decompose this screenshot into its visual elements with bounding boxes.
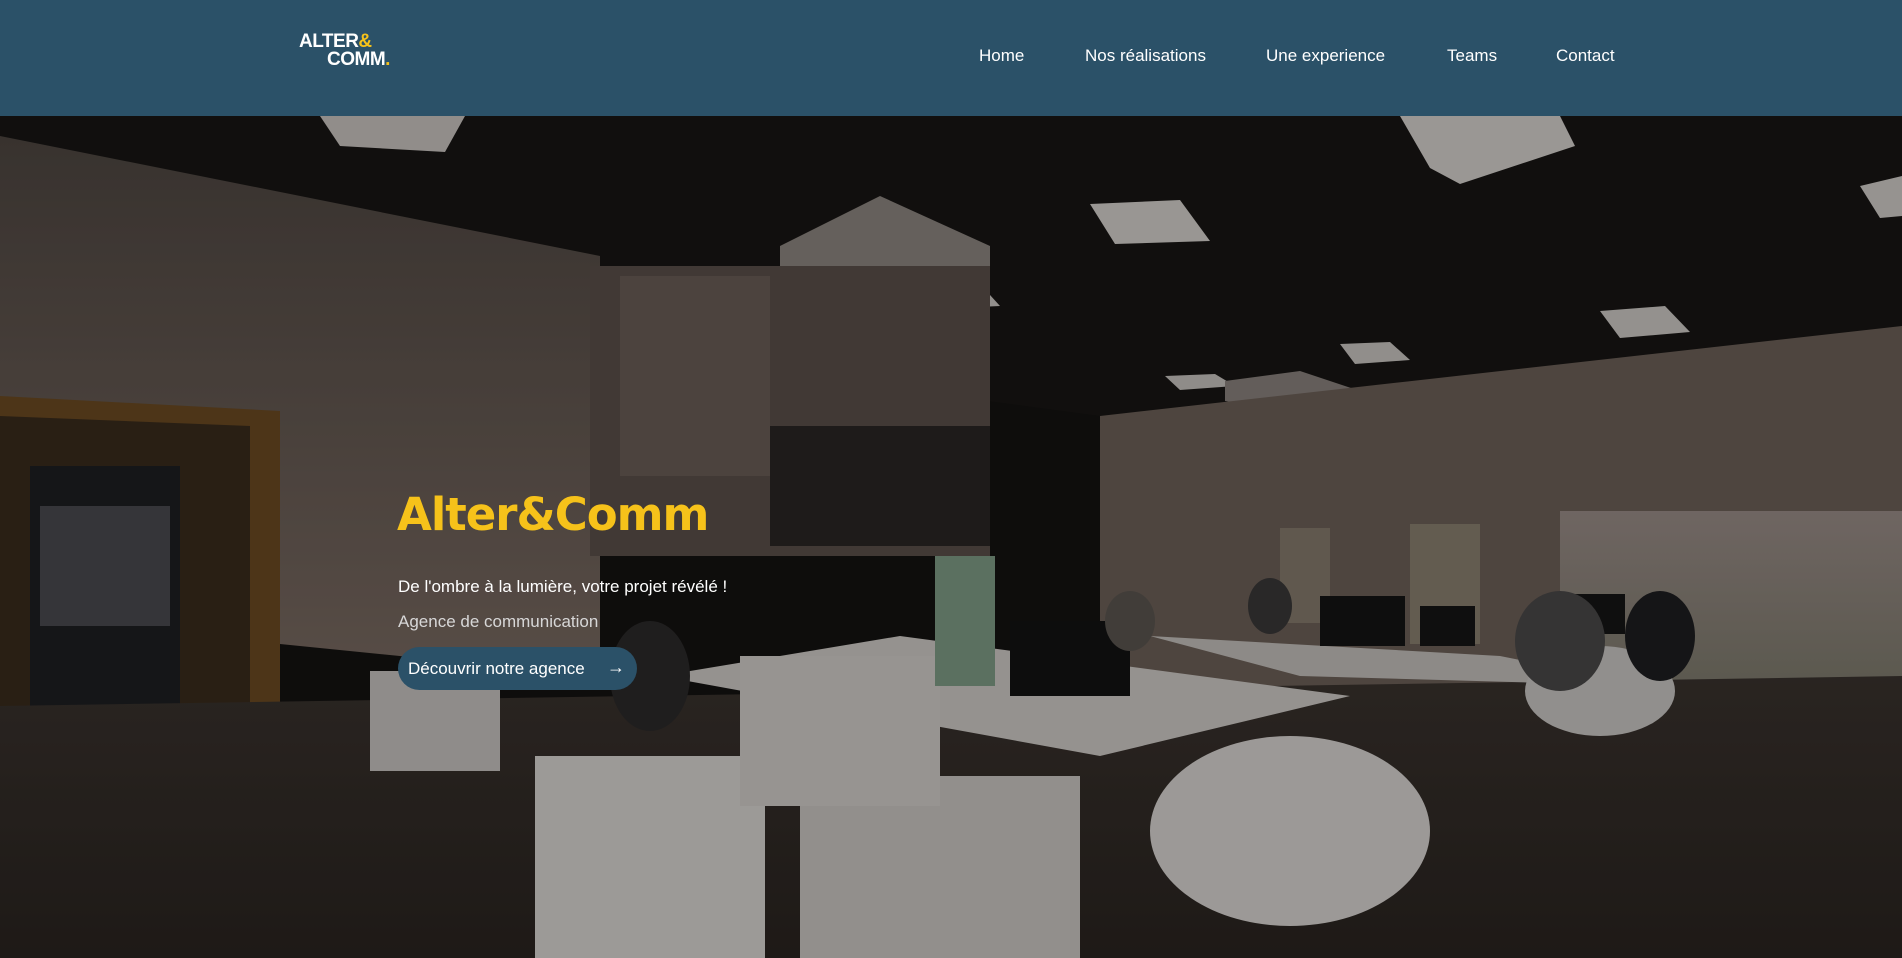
- hero-dark-overlay: [0, 116, 1902, 958]
- nav-item-contact[interactable]: Contact: [1556, 46, 1615, 66]
- hero-subtitle: Agence de communication: [398, 612, 599, 631]
- discover-agency-button-label: Découvrir notre agence: [408, 658, 585, 678]
- site-header: ALTER& COMM. Home Nos réalisations Une e…: [0, 0, 1902, 116]
- nav-item-home[interactable]: Home: [979, 46, 1024, 66]
- hero-tagline: De l'ombre à la lumière, votre projet ré…: [398, 577, 728, 596]
- main-nav: Home Nos réalisations Une experience Tea…: [0, 46, 1902, 70]
- nav-item-une-experience[interactable]: Une experience: [1266, 46, 1385, 66]
- nav-item-teams[interactable]: Teams: [1447, 46, 1497, 66]
- hero-section: Alter&Comm De l'ombre à la lumière, votr…: [0, 116, 1902, 958]
- hero-title: Alter&Comm: [397, 488, 709, 541]
- discover-agency-button[interactable]: Découvrir notre agence →: [398, 647, 637, 690]
- nav-item-nos-realisations[interactable]: Nos réalisations: [1085, 46, 1206, 66]
- arrow-right-icon: →: [607, 657, 625, 677]
